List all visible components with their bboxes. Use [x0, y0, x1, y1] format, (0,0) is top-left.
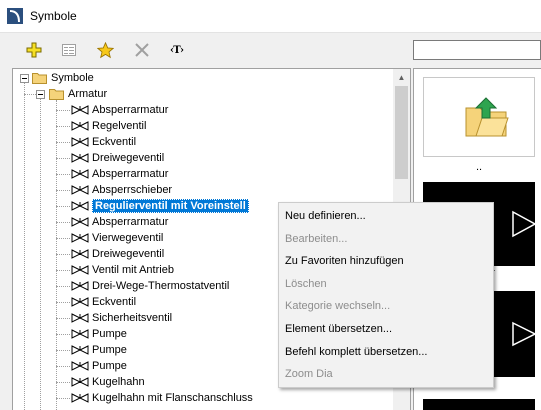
folder-icon: [32, 73, 47, 84]
tree-item-label: Ventil mit Antrieb: [92, 264, 174, 276]
star-icon: [96, 41, 114, 58]
search-input[interactable]: [413, 40, 541, 60]
valve-icon: [71, 121, 89, 131]
new-symbol-button[interactable]: [23, 39, 45, 61]
context-menu-item[interactable]: Zoom Dia: [285, 363, 333, 385]
tree-item-label: Regelventil: [92, 120, 147, 132]
scrollbar-thumb[interactable]: [395, 86, 408, 179]
text-button[interactable]: ‹T›: [166, 39, 188, 61]
tree-item-label: Absperrarmatur: [92, 168, 169, 180]
properties-icon: [62, 44, 76, 56]
folder-open-icon: [49, 89, 64, 100]
tree-item[interactable]: Eckventil: [71, 294, 136, 310]
tree-item[interactable]: Pumpe: [71, 358, 127, 374]
tree-item[interactable]: Absperrschieber: [71, 182, 172, 198]
tree-root[interactable]: Symbole: [51, 70, 94, 86]
tree-item-label: Vierwegeventil: [92, 232, 164, 244]
tree-item-label: Absperrarmatur: [92, 104, 169, 116]
tree-category-label: Armatur: [68, 88, 108, 100]
collapse-root-expander[interactable]: [20, 74, 29, 83]
tree-item-label: Pumpe: [92, 360, 127, 372]
tree-item-label: Pumpe: [92, 344, 127, 356]
tree-item[interactable]: Absperrarmatur: [71, 102, 168, 118]
preview-tile-parent[interactable]: [423, 77, 535, 157]
valve-icon: [71, 265, 89, 275]
collapse-category-expander[interactable]: [36, 90, 45, 99]
tree-item[interactable]: Sicherheitsventil: [71, 310, 172, 326]
scroll-up-icon[interactable]: ▲: [393, 69, 410, 86]
valve-icon: [71, 217, 89, 227]
delete-button[interactable]: [131, 39, 153, 61]
valve-icon: [71, 249, 89, 259]
favorite-button[interactable]: [94, 39, 116, 61]
valve-icon: [71, 361, 89, 371]
tree-item-label: Pumpe: [92, 328, 127, 340]
tree-item-label: Absperrarmatur: [92, 216, 169, 228]
preview-tile-label: ..: [475, 161, 483, 173]
window-title: Symbole: [30, 9, 77, 23]
context-menu-item[interactable]: Kategorie wechseln...: [285, 295, 390, 317]
valve-icon: [71, 345, 89, 355]
valve-icon: [71, 201, 89, 211]
tree-item-label: Dreiwegeventil: [92, 152, 165, 164]
tree-item[interactable]: Absperrarmatur: [71, 214, 168, 230]
valve-icon: [71, 393, 89, 403]
tree-item[interactable]: Kugelhahn mit Flanschanschluss: [71, 390, 253, 406]
toolbar: ‹T›: [0, 33, 410, 65]
tree-item[interactable]: Drei-Wege-Thermostatventil: [71, 278, 229, 294]
valve-icon: [71, 233, 89, 243]
valve-icon: [71, 169, 89, 179]
context-menu-item[interactable]: Löschen: [285, 273, 327, 295]
properties-button[interactable]: [58, 39, 80, 61]
tree-item[interactable]: Regelventil: [71, 118, 146, 134]
tree-item[interactable]: Vierwegeventil: [71, 230, 163, 246]
tree-category[interactable]: Armatur: [68, 86, 107, 102]
tree-item[interactable]: Ventil mit Antrieb: [71, 262, 174, 278]
context-menu-item[interactable]: Neu definieren...: [285, 205, 366, 227]
valve-icon: [71, 297, 89, 307]
tree-item-label: Eckventil: [92, 296, 137, 308]
valve-icon: [71, 185, 89, 195]
tree-item-label: Sicherheitsventil: [92, 312, 173, 324]
plus-icon: [26, 42, 42, 58]
context-menu-item[interactable]: Bearbeiten...: [285, 228, 347, 250]
context-menu: Neu definieren... Bearbeiten... Zu Favorit…: [278, 202, 494, 388]
context-menu-item[interactable]: Zu Favoriten hinzufügen: [285, 250, 404, 272]
text-tag-icon: ‹T›: [170, 44, 184, 56]
valve-icon: [71, 281, 89, 291]
tree-item[interactable]: Regulierventil mit Voreinstell: [71, 198, 249, 214]
app-icon: [7, 8, 23, 24]
tree-item-label: Regulierventil mit Voreinstell: [92, 199, 249, 213]
valve-icon: [71, 153, 89, 163]
valve-icon: [71, 329, 89, 339]
tree-item[interactable]: Dreiwegeventil: [71, 150, 164, 166]
tree-item[interactable]: Dreiwegeventil: [71, 246, 164, 262]
tree-item-label: Kugelhahn: [92, 376, 145, 388]
tree-root-label: Symbole: [51, 72, 94, 84]
tree-item[interactable]: Pumpe: [71, 326, 127, 342]
folder-up-icon: [465, 97, 509, 137]
tree-item-label: Eckventil: [92, 136, 137, 148]
tree-item-label: Kugelhahn mit Flanschanschluss: [92, 392, 253, 404]
tree-item-label: Absperrschieber: [92, 184, 173, 196]
tree-item[interactable]: Kugelhahn: [71, 374, 145, 390]
tree-item-label: Dreiwegeventil: [92, 248, 165, 260]
context-menu-item[interactable]: Befehl komplett übersetzen...: [285, 341, 427, 363]
valve-icon: [71, 105, 89, 115]
close-icon: [135, 43, 149, 57]
tree-item-label: Drei-Wege-Thermostatventil: [92, 280, 230, 292]
tree-item[interactable]: Absperrarmatur: [71, 166, 168, 182]
tree-item[interactable]: Pumpe: [71, 342, 127, 358]
context-menu-item[interactable]: Element übersetzen...: [285, 318, 392, 340]
valve-icon: [71, 313, 89, 323]
title-bar: Symbole: [0, 0, 541, 33]
preview-tile-symbol[interactable]: [423, 399, 535, 410]
valve-icon: [71, 137, 89, 147]
valve-icon: [71, 377, 89, 387]
tree-item[interactable]: Eckventil: [71, 134, 136, 150]
